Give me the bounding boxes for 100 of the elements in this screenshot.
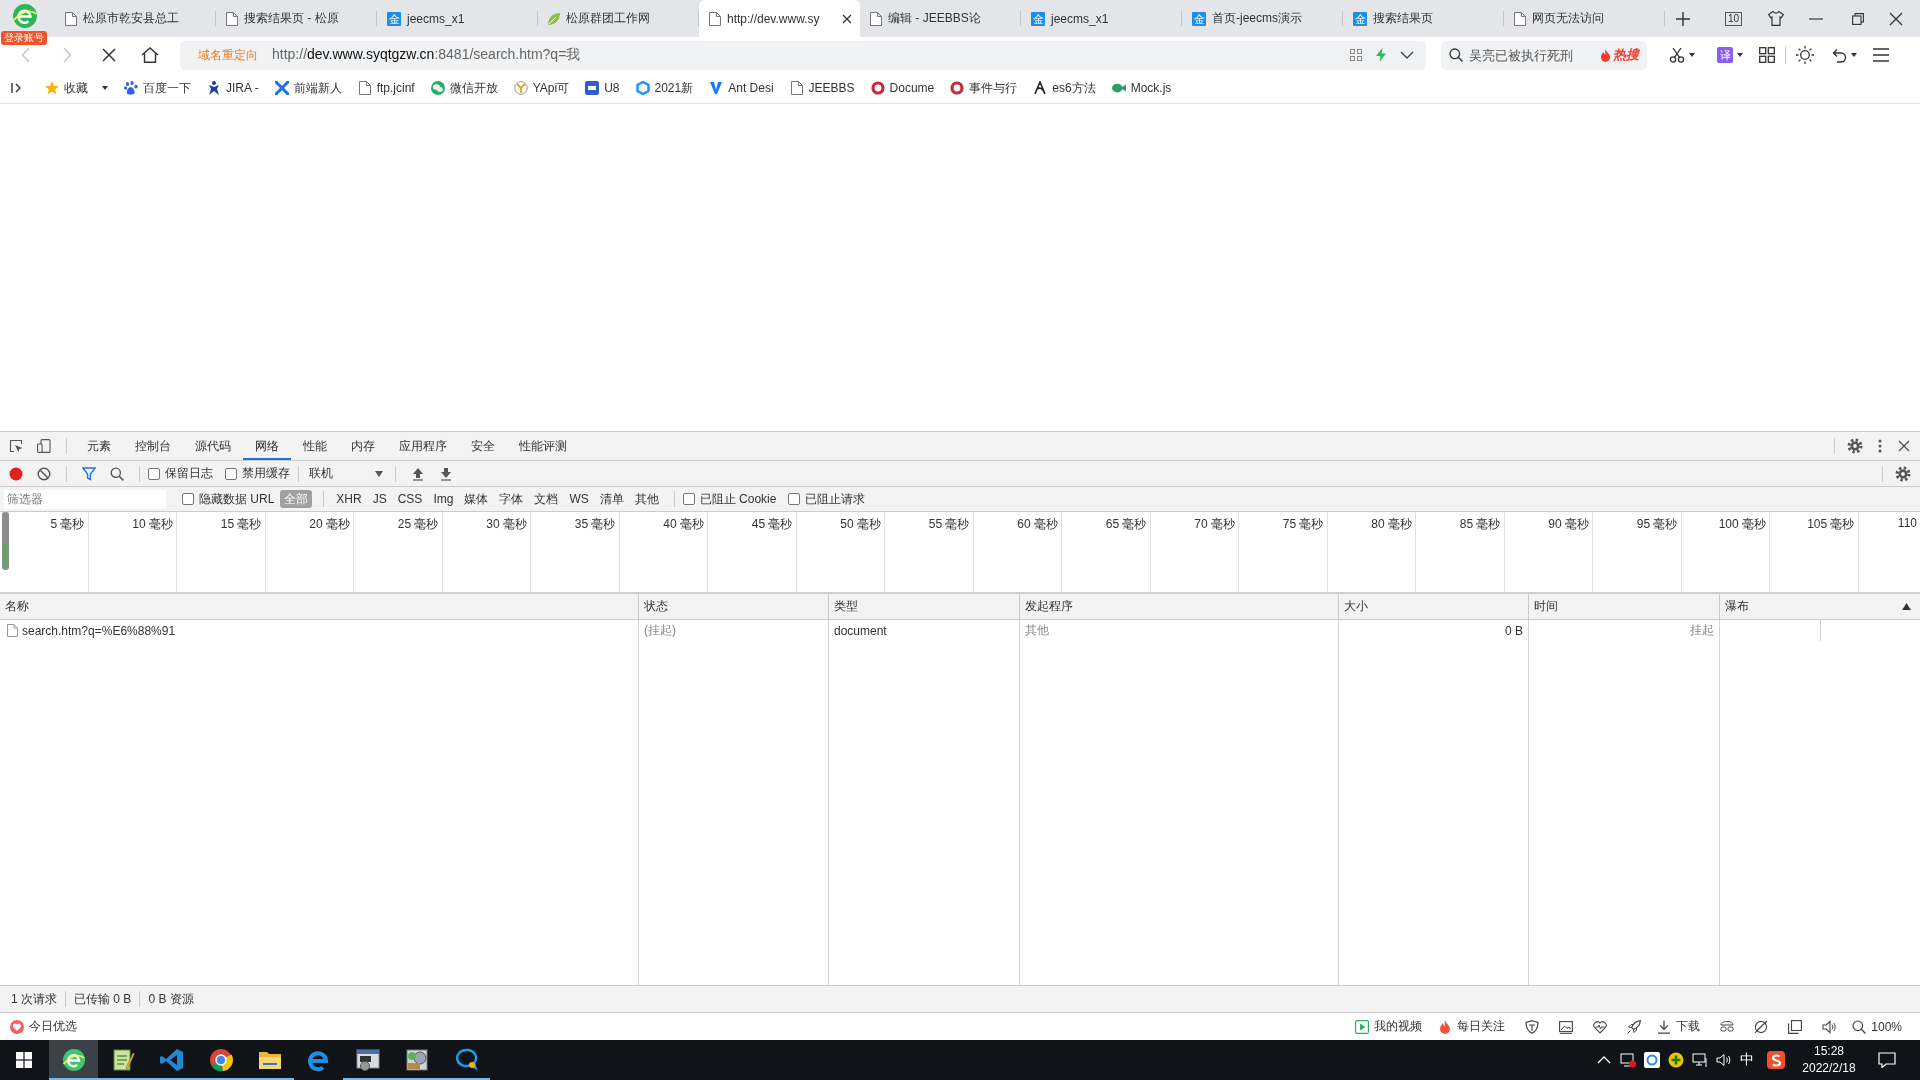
plus-icon[interactable]: [1676, 11, 1690, 26]
windows-logo-icon[interactable]: [16, 1052, 32, 1068]
bookmark[interactable]: es6方法: [1033, 79, 1096, 97]
caret-icon[interactable]: [1689, 53, 1695, 57]
filter-type-button[interactable]: WS: [565, 490, 593, 508]
devtools-tab[interactable]: 安全: [459, 432, 507, 460]
filter-type-button[interactable]: Img: [429, 490, 458, 508]
close-icon[interactable]: [842, 13, 852, 24]
filter-type-button[interactable]: 清单: [595, 490, 628, 508]
glasses-icon[interactable]: [1720, 1019, 1735, 1034]
devtools-tab[interactable]: 元素: [75, 432, 123, 460]
status-link[interactable]: 100%: [1852, 1019, 1902, 1034]
browser-tab[interactable]: 搜索结果页 - 松原: [216, 0, 377, 37]
devtools-tab[interactable]: 源代码: [183, 432, 243, 460]
record-icon[interactable]: [9, 466, 23, 481]
network-icon[interactable]: [1692, 1052, 1708, 1068]
bookmark[interactable]: U8: [585, 81, 620, 95]
caret-icon[interactable]: [1737, 53, 1743, 57]
devtools-tab[interactable]: 内存: [339, 432, 387, 460]
bookmark[interactable]: Docume: [870, 81, 935, 95]
column-header[interactable]: 大小: [1339, 594, 1529, 619]
download-icon[interactable]: [439, 466, 453, 481]
bookmark[interactable]: Mock.js: [1111, 81, 1172, 95]
cloud-tile-icon[interactable]: [1644, 1052, 1660, 1068]
rocket-icon[interactable]: [1627, 1019, 1642, 1034]
tab-count-button[interactable]: 10: [1725, 11, 1743, 26]
checkbox[interactable]: [682, 493, 695, 505]
slashed-circle-icon[interactable]: [1754, 1019, 1769, 1034]
browser-tab[interactable]: 金 首页-jeecms演示: [1182, 0, 1343, 37]
browser-tab[interactable]: 松原群团工作网: [538, 0, 699, 37]
filter-field[interactable]: 筛选器: [4, 489, 166, 509]
status-link[interactable]: 每日关注: [1438, 1018, 1506, 1035]
checkbox-label[interactable]: 隐藏数据 URL: [199, 490, 275, 508]
bookmark[interactable]: 微信开放: [430, 79, 498, 97]
browser-tab[interactable]: http://dev.www.sy: [699, 0, 860, 37]
undo-icon[interactable]: [1831, 47, 1847, 63]
input-method-indicator[interactable]: 中: [1740, 1051, 1754, 1069]
caret-icon[interactable]: [1851, 53, 1857, 57]
filter-icon[interactable]: [82, 466, 96, 481]
checkbox[interactable]: [225, 467, 237, 480]
restore-icon[interactable]: [1852, 12, 1865, 25]
filter-type-button[interactable]: 其他: [630, 490, 663, 508]
bookmark[interactable]: JIRA -: [207, 81, 259, 95]
throttling-dropdown[interactable]: 联机: [307, 465, 387, 482]
sun-icon[interactable]: [1796, 46, 1814, 64]
shield-icon[interactable]: [1525, 1019, 1540, 1034]
devtools-tab[interactable]: 性能评测: [507, 432, 579, 460]
checkbox-label[interactable]: 保留日志: [165, 465, 213, 482]
gear-icon[interactable]: [1895, 465, 1911, 482]
column-header[interactable]: 时间: [1529, 594, 1720, 619]
status-link[interactable]: 今日优选: [10, 1018, 77, 1035]
bookmark[interactable]: YApi可: [513, 79, 570, 97]
menu-icon[interactable]: [1873, 48, 1889, 62]
caret-icon[interactable]: [102, 86, 108, 90]
checkbox[interactable]: [182, 493, 194, 505]
heartbeat-icon[interactable]: [1593, 1019, 1608, 1034]
close-icon[interactable]: [1898, 440, 1910, 452]
minimize-icon[interactable]: [1809, 17, 1824, 20]
gear-icon[interactable]: [1847, 438, 1863, 454]
filter-type-button[interactable]: JS: [368, 490, 391, 508]
sidebar-toggle-icon[interactable]: [11, 82, 23, 94]
checkbox-label[interactable]: 禁用缓存: [242, 465, 290, 482]
ringed-e-logo-icon[interactable]: [12, 3, 38, 29]
checkbox[interactable]: [788, 493, 801, 505]
column-header[interactable]: 类型: [829, 594, 1020, 619]
search-icon[interactable]: [110, 466, 124, 481]
checkbox-label[interactable]: 已阻止 Cookie: [699, 490, 777, 508]
translate-tile-icon[interactable]: 译: [1717, 47, 1733, 63]
browser-tab[interactable]: 金 搜索结果页: [1343, 0, 1504, 37]
bookmark[interactable]: ftp.jcinf: [357, 81, 415, 95]
window-icon[interactable]: [1788, 1019, 1803, 1034]
bookmark[interactable]: Ant Desi: [709, 81, 774, 95]
taskbar-app[interactable]: [49, 1040, 98, 1080]
taskbar-clock[interactable]: 15:28 2022/2/18: [1793, 1043, 1865, 1077]
scissors-icon[interactable]: [1669, 47, 1685, 63]
filter-type-button[interactable]: 字体: [495, 490, 528, 508]
column-header[interactable]: 名称: [0, 594, 639, 619]
x-mark-icon[interactable]: [102, 48, 116, 62]
swoosh-tile-icon[interactable]: [1767, 1051, 1785, 1069]
checkbox-label[interactable]: 已阻止请求: [805, 490, 866, 508]
checkbox[interactable]: [148, 467, 160, 480]
filter-type-button[interactable]: 文档: [530, 490, 563, 508]
image-icon[interactable]: [1559, 1019, 1574, 1034]
filter-type-button[interactable]: XHR: [332, 490, 366, 508]
address-field[interactable]: 域名重定向 http://dev.www.syqtgzw.cn:8481/search.htm?q=我: [180, 40, 1426, 70]
column-header[interactable]: 瀑布: [1720, 594, 1920, 619]
speaker-icon[interactable]: [1822, 1019, 1837, 1034]
status-link[interactable]: 我的视频: [1355, 1018, 1423, 1035]
hot-search-link[interactable]: 热搜: [1600, 46, 1639, 64]
inspect-icon[interactable]: [9, 439, 23, 453]
bookmark[interactable]: JEEBBS: [789, 81, 855, 95]
bookmark[interactable]: 前端新人: [274, 79, 342, 97]
four-squares-icon[interactable]: [1759, 47, 1775, 63]
bookmark[interactable]: 收藏: [45, 79, 108, 97]
message-icon[interactable]: [1878, 1052, 1896, 1068]
search-field[interactable]: 吴亮已被执行死刑 热搜: [1441, 40, 1647, 70]
close-icon[interactable]: [1889, 11, 1904, 26]
plus-circle-icon[interactable]: [1668, 1052, 1684, 1068]
status-link[interactable]: 下载: [1657, 1018, 1701, 1035]
overview-handle[interactable]: [2, 512, 9, 570]
